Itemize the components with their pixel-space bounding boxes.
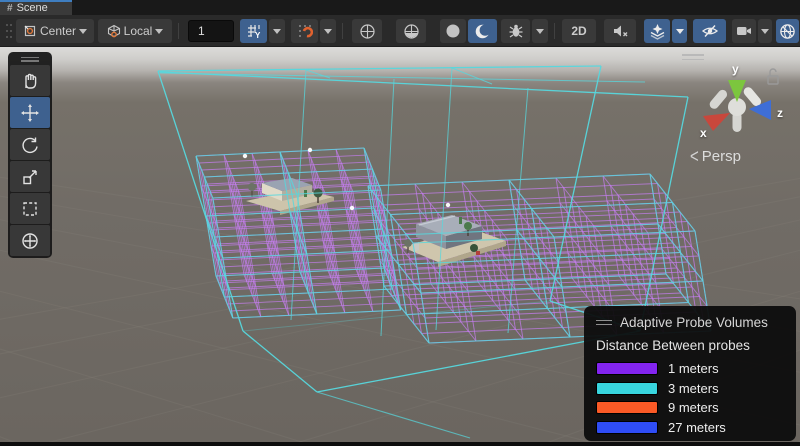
- toolbar-separator: [342, 23, 343, 39]
- moon-icon: [474, 23, 491, 40]
- fx-layers-icon: [649, 23, 666, 40]
- scene-lighting-button[interactable]: [468, 19, 497, 43]
- y-axis-label: y: [732, 62, 739, 76]
- x-axis-label: x: [700, 126, 707, 140]
- toolbar-separator: [554, 23, 555, 39]
- cube-local-icon: [107, 24, 121, 38]
- tool-move[interactable]: [10, 97, 50, 128]
- legend-row: 1 meters: [596, 361, 784, 376]
- z-axis-label: z: [777, 106, 783, 120]
- legend-row: 3 meters: [596, 381, 784, 396]
- tab-scene[interactable]: # Scene: [0, 0, 72, 15]
- move-icon: [20, 103, 40, 123]
- apv-legend: 1 meters 3 meters 9 meters 27 meters: [596, 361, 784, 435]
- rotate-icon: [20, 135, 40, 155]
- legend-swatch: [596, 401, 658, 414]
- pivot-mode-button[interactable]: Center: [16, 19, 94, 43]
- tool-transform[interactable]: [10, 225, 50, 256]
- rect-icon: [20, 199, 40, 219]
- snap-increment-input[interactable]: [188, 20, 234, 42]
- drag-handle-icon[interactable]: [596, 317, 612, 328]
- effects-button[interactable]: [644, 19, 670, 43]
- grid-snap-y-icon: Y: [246, 23, 262, 39]
- grid-hash-icon: #: [7, 4, 13, 14]
- debug-arrow[interactable]: [532, 19, 548, 43]
- dropdown-arrow-icon: [79, 29, 87, 34]
- tool-hand[interactable]: [10, 65, 50, 96]
- legend-swatch: [596, 421, 658, 434]
- scale-icon: [20, 167, 40, 187]
- x-axis-cone[interactable]: [703, 113, 730, 131]
- tools-overlay: [8, 52, 52, 258]
- speaker-mute-icon: [612, 23, 629, 39]
- pivot-center-icon: [23, 24, 37, 38]
- drag-handle-icon[interactable]: [682, 54, 704, 63]
- 2d-toggle-button[interactable]: 2D: [562, 19, 596, 43]
- unity-scene-window: # Scene Center Local: [0, 0, 800, 446]
- hand-icon: [20, 71, 40, 91]
- sphere-icon: [445, 23, 461, 39]
- dropdown-arrow-icon: [761, 29, 769, 34]
- dropdown-arrow-icon: [155, 29, 163, 34]
- effects-arrow[interactable]: [672, 19, 687, 43]
- increment-snap-button[interactable]: [291, 19, 318, 43]
- debug-button[interactable]: [501, 19, 530, 43]
- eye-hidden-icon: [701, 23, 719, 39]
- increment-snap-arrow[interactable]: [320, 19, 336, 43]
- tool-rect[interactable]: [10, 193, 50, 224]
- scene-toolbar: Center Local Y: [0, 15, 800, 47]
- 2d-label: 2D: [571, 24, 586, 38]
- pivot-mode-label: Center: [40, 24, 76, 38]
- legend-swatch: [596, 382, 658, 395]
- drag-handle-icon[interactable]: [10, 54, 50, 64]
- camera-icon: [736, 24, 752, 38]
- wire-sphere-icon: [359, 23, 376, 40]
- legend-swatch: [596, 362, 658, 375]
- wire-sphere-button[interactable]: [352, 19, 382, 43]
- legend-row: 9 meters: [596, 400, 784, 415]
- camera-arrow[interactable]: [758, 19, 772, 43]
- sphere-button[interactable]: [440, 19, 466, 43]
- projection-label: Persp: [702, 148, 741, 165]
- grid-snap-button[interactable]: Y: [240, 19, 267, 43]
- chevron-left-icon: <: [690, 145, 699, 167]
- visibility-button[interactable]: [693, 19, 726, 43]
- legend-label: 1 meters: [668, 361, 719, 376]
- bug-icon: [508, 23, 524, 39]
- dropdown-arrow-icon: [324, 29, 332, 34]
- legend-label: 3 meters: [668, 381, 719, 396]
- dropdown-arrow-icon: [273, 29, 281, 34]
- gizmo-globe-icon: [779, 23, 796, 40]
- projection-toggle[interactable]: < Persp: [690, 148, 741, 165]
- grid-snap-arrow[interactable]: [269, 19, 285, 43]
- transform-icon: [20, 231, 40, 251]
- legend-row: 27 meters: [596, 420, 784, 435]
- y-axis-cone[interactable]: [728, 80, 746, 102]
- gizmo-globe-button[interactable]: [776, 19, 799, 43]
- tool-scale[interactable]: [10, 161, 50, 192]
- legend-label: 9 meters: [668, 400, 719, 415]
- toolbar-separator: [178, 23, 179, 39]
- dropdown-arrow-icon: [536, 29, 544, 34]
- svg-text:Y: Y: [255, 31, 261, 39]
- orientation-button[interactable]: Local: [98, 19, 172, 43]
- apv-panel: Adaptive Probe Volumes Distance Between …: [584, 306, 796, 441]
- shaded-sphere-icon: [403, 23, 420, 40]
- legend-label: 27 meters: [668, 420, 726, 435]
- dropdown-arrow-icon: [676, 29, 684, 34]
- window-bottom-edge: [0, 442, 800, 446]
- tool-rotate[interactable]: [10, 129, 50, 160]
- tab-bar: # Scene: [0, 0, 800, 15]
- orientation-label: Local: [124, 24, 153, 38]
- apv-panel-title: Adaptive Probe Volumes: [620, 315, 768, 330]
- drag-handle-icon[interactable]: [5, 23, 13, 39]
- audio-mute-button[interactable]: [604, 19, 636, 43]
- shaded-sphere-button[interactable]: [396, 19, 426, 43]
- camera-button[interactable]: [732, 19, 756, 43]
- magnet-snap-icon: [297, 23, 313, 39]
- tab-label: Scene: [17, 3, 48, 14]
- apv-subtitle: Distance Between probes: [596, 338, 784, 353]
- unlock-icon[interactable]: [768, 69, 778, 84]
